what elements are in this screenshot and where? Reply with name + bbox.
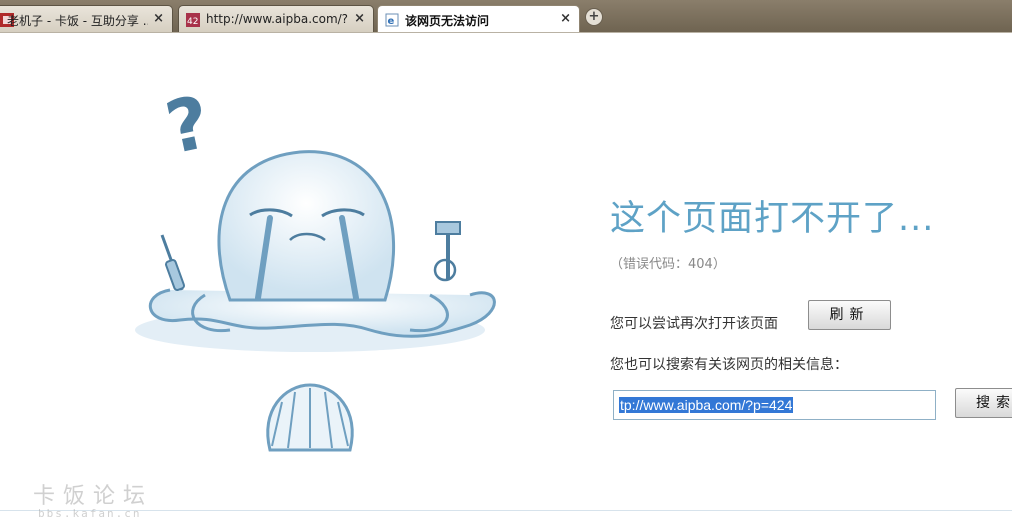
tab-title: 老机子 - 卡饭 - 互助分享 ... [7, 14, 148, 28]
close-tab-icon[interactable]: × [354, 11, 365, 26]
error-code: （错误代码：404） [610, 257, 726, 272]
tab-title: 该网页无法访问 [405, 14, 490, 28]
tab-title: http://www.aipba.com/?... [206, 12, 349, 26]
svg-text:e: e [388, 16, 395, 27]
close-tab-icon[interactable]: × [153, 11, 164, 26]
search-input[interactable]: tp://www.aipba.com/?p=424 [613, 390, 936, 420]
search-prompt: 您也可以搜索有关该网页的相关信息： [610, 357, 848, 373]
footer-divider [0, 510, 1012, 511]
search-input-value: tp://www.aipba.com/?p=424 [619, 397, 794, 413]
tab-divider [0, 32, 1012, 33]
watermark-url: bbs.kafan.cn [38, 507, 142, 520]
search-button[interactable]: 搜索 [955, 388, 1012, 418]
crying-octopus-illustration: ? [110, 80, 530, 484]
tab-aipba[interactable]: 42 http://www.aipba.com/?... × [178, 5, 374, 32]
tab-error-page[interactable]: e 该网页无法访问 × [377, 5, 580, 33]
watermark-brand: 卡饭论坛 [33, 484, 154, 509]
svg-text:42: 42 [187, 17, 198, 27]
close-tab-icon[interactable]: × [560, 11, 571, 26]
aipba-favicon-icon: 42 [186, 12, 200, 27]
svg-text:?: ? [159, 80, 217, 170]
retry-hint: 您可以尝试再次打开该页面 [610, 316, 778, 332]
tab-strip: 老机子 - 卡饭 - 互助分享 ... × 42 http://www.aipb… [0, 0, 1012, 33]
error-heading: 这个页面打不开了... [610, 199, 935, 239]
new-tab-button[interactable]: + [585, 8, 603, 26]
ie-page-icon: e [385, 12, 399, 27]
refresh-button[interactable]: 刷新 [808, 300, 891, 330]
tab-kafan[interactable]: 老机子 - 卡饭 - 互助分享 ... × [0, 5, 173, 32]
